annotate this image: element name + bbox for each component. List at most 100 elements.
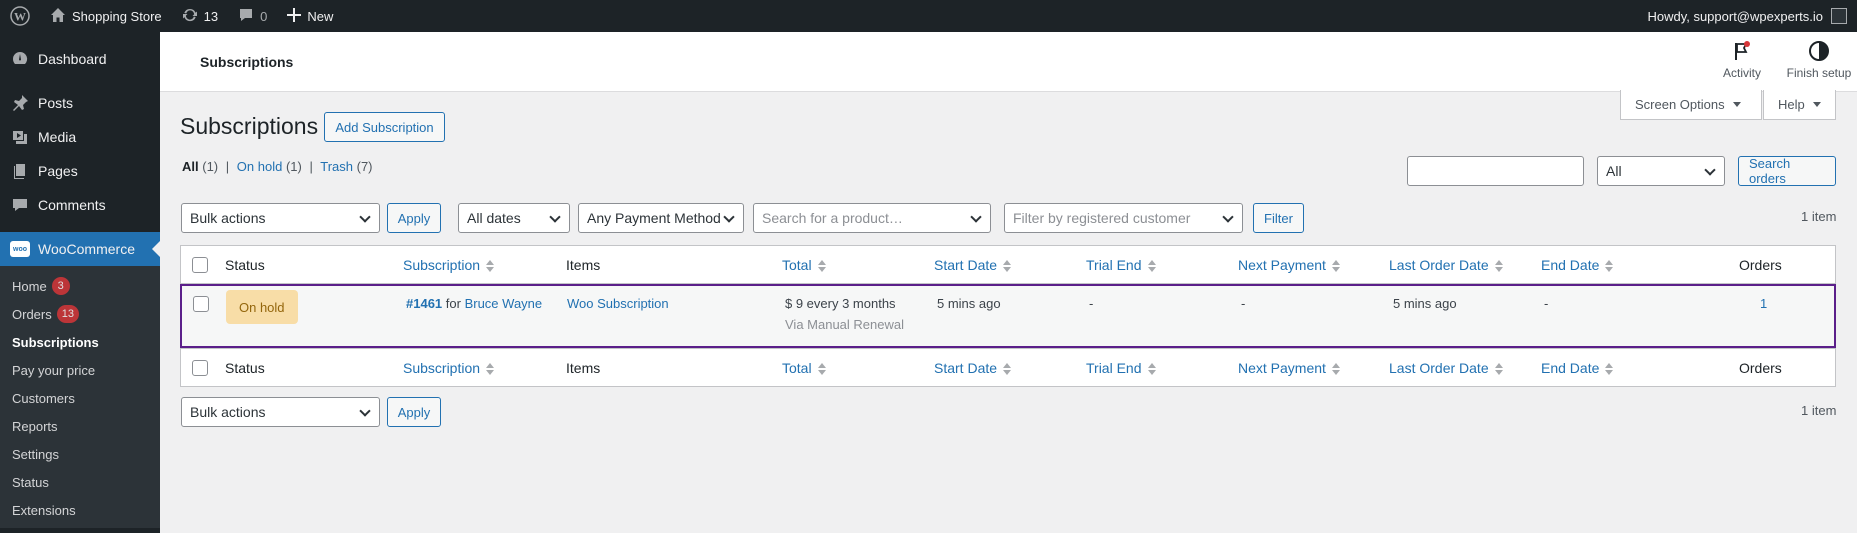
row-checkbox[interactable] (193, 296, 209, 312)
new-content-link[interactable]: New (277, 0, 343, 32)
sidebar-item-label: WooCommerce (38, 241, 135, 257)
sort-icon (1331, 259, 1340, 272)
sort-icon (1494, 259, 1503, 272)
add-subscription-button[interactable]: Add Subscription (324, 112, 445, 142)
sort-icon (486, 362, 495, 375)
search-orders-button[interactable]: Search orders (1738, 156, 1836, 186)
item-link[interactable]: Woo Subscription (567, 296, 669, 311)
sort-icon (1003, 362, 1012, 375)
payment-method-select[interactable]: Any Payment Method (578, 203, 744, 233)
submenu-item-orders[interactable]: Orders 13 (0, 300, 160, 328)
pages-icon (10, 161, 30, 181)
submenu-item-subscriptions[interactable]: Subscriptions (0, 328, 160, 356)
sidebar-item-comments[interactable]: Comments (0, 188, 160, 222)
col-label: Next Payment (1238, 256, 1326, 273)
submenu-item-extensions[interactable]: Extensions (0, 496, 160, 524)
payment-method-value: Any Payment Method (587, 210, 721, 226)
table-header-row: Status Subscription Items Total Start Da… (181, 246, 1835, 284)
item-count-top: 1 item (1801, 209, 1837, 224)
col-end-date[interactable]: End Date (1541, 360, 1614, 376)
col-next-payment[interactable]: Next Payment (1238, 360, 1340, 376)
status-select[interactable]: All (1597, 156, 1725, 186)
subscription-id-link[interactable]: #1461 (406, 296, 442, 311)
view-trash-link[interactable]: Trash (320, 159, 353, 174)
col-total[interactable]: Total (782, 257, 826, 273)
dates-select[interactable]: All dates (458, 203, 570, 233)
finish-setup-button[interactable]: Finish setup (1774, 40, 1857, 80)
woocommerce-header: Subscriptions Activity Finish setup (160, 32, 1857, 92)
col-next-payment[interactable]: Next Payment (1238, 257, 1340, 273)
table-row[interactable]: On hold #1461 for Bruce Wayne Woo Subscr… (180, 284, 1836, 348)
col-items: Items (566, 359, 601, 376)
comment-bubble-icon (238, 7, 254, 26)
col-trial-end[interactable]: Trial End (1086, 257, 1156, 273)
sidebar-item-posts[interactable]: Posts (0, 86, 160, 120)
bulk-actions-select-bottom[interactable]: Bulk actions (181, 397, 380, 427)
filter-button[interactable]: Filter (1253, 203, 1304, 233)
submenu-item-customers[interactable]: Customers (0, 384, 160, 412)
submenu-item-status[interactable]: Status (0, 468, 160, 496)
submenu-label: Orders (12, 306, 52, 322)
bulk-actions-select[interactable]: Bulk actions (181, 203, 380, 233)
wordpress-logo-icon[interactable]: W (0, 0, 40, 32)
sidebar-item-woocommerce[interactable]: woo WooCommerce (0, 232, 160, 266)
sidebar-item-label: Dashboard (38, 51, 107, 67)
col-label: Last Order Date (1389, 359, 1489, 376)
col-last-order-date[interactable]: Last Order Date (1389, 257, 1503, 273)
sidebar-item-dashboard[interactable]: Dashboard (0, 42, 160, 76)
col-start-date[interactable]: Start Date (934, 257, 1012, 273)
sort-icon (1003, 259, 1012, 272)
col-start-date[interactable]: Start Date (934, 359, 1012, 376)
orders-badge: 13 (56, 305, 79, 323)
view-all-link[interactable]: All (182, 159, 199, 174)
col-total[interactable]: Total (782, 360, 826, 376)
col-end-date[interactable]: End Date (1541, 257, 1614, 273)
site-name-link[interactable]: Shopping Store (40, 0, 172, 32)
orders-count-link[interactable]: 1 (1760, 296, 1767, 311)
submenu-item-reports[interactable]: Reports (0, 412, 160, 440)
chevron-down-icon (359, 211, 371, 223)
apply-button[interactable]: Apply (387, 203, 441, 233)
woocommerce-submenu: Home 3 Orders 13 Subscriptions Pay your pr… (0, 266, 160, 528)
submenu-item-pay-your-price[interactable]: Pay your price (0, 356, 160, 384)
trial-end-cell: - (1089, 296, 1094, 311)
caret-down-icon (1732, 102, 1741, 107)
submenu-item-settings[interactable]: Settings (0, 440, 160, 468)
updates-link[interactable]: 13 (172, 0, 228, 32)
apply-button-bottom[interactable]: Apply (387, 397, 441, 427)
sidebar-item-label: Pages (38, 163, 78, 179)
view-onhold-count: (1) (285, 159, 302, 174)
help-label: Help (1778, 97, 1805, 112)
screen-options-label: Screen Options (1635, 97, 1725, 112)
submenu-label: Reports (12, 418, 58, 434)
activity-button[interactable]: Activity (1702, 40, 1782, 80)
select-all-checkbox[interactable] (192, 257, 208, 273)
chevron-down-icon (359, 405, 371, 417)
chevron-down-icon (970, 211, 982, 223)
col-trial-end[interactable]: Trial End (1086, 360, 1156, 376)
col-label: Start Date (934, 359, 998, 376)
view-onhold-link[interactable]: On hold (237, 159, 283, 174)
search-input[interactable] (1407, 156, 1584, 186)
col-subscription[interactable]: Subscription (403, 360, 495, 376)
sidebar-item-pages[interactable]: Pages (0, 154, 160, 188)
sidebar-item-media[interactable]: Media (0, 120, 160, 154)
avatar (1831, 8, 1847, 24)
payment-via: Via Manual Renewal (785, 317, 904, 332)
help-button[interactable]: Help (1763, 90, 1836, 120)
col-subscription[interactable]: Subscription (403, 257, 495, 273)
col-last-order-date[interactable]: Last Order Date (1389, 360, 1503, 376)
product-search-select[interactable]: Search for a product… (753, 203, 991, 233)
select-all-checkbox[interactable] (192, 360, 208, 376)
submenu-item-home[interactable]: Home 3 (0, 272, 160, 300)
customer-link[interactable]: Bruce Wayne (465, 296, 543, 311)
submenu-label: Pay your price (12, 362, 96, 378)
chevron-down-icon (1704, 164, 1716, 176)
col-label: Total (782, 359, 812, 376)
my-account-link[interactable]: Howdy, support@wpexperts.io (1647, 8, 1857, 24)
sort-icon (1605, 362, 1614, 375)
customer-filter-select[interactable]: Filter by registered customer (1004, 203, 1243, 233)
screen-options-button[interactable]: Screen Options (1620, 90, 1762, 120)
comments-link[interactable]: 0 (228, 0, 277, 32)
submenu-label: Subscriptions (12, 334, 99, 350)
